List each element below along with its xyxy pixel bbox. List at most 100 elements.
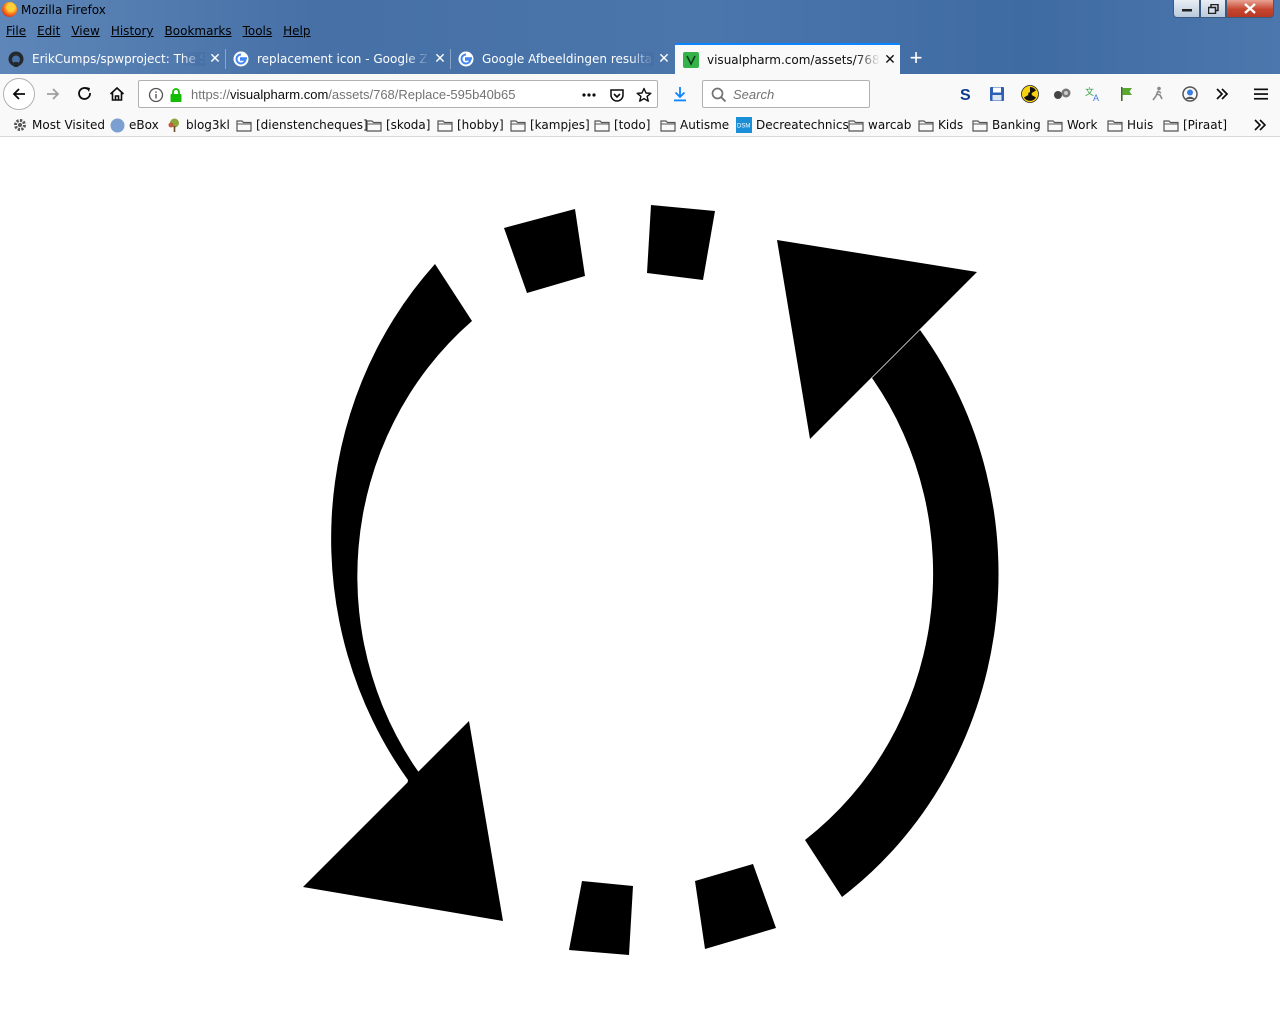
navigation-toolbar: https://visualpharm.com/assets/768/Repla… [0,74,1280,114]
bookmark-decreatechnics[interactable]: DSM Decreatechnics [736,117,849,133]
github-icon [8,51,24,67]
restore-icon [1207,3,1219,14]
bookmarks-overflow-button[interactable] [1252,117,1272,133]
menu-help[interactable]: Help [277,22,315,40]
close-window-button[interactable] [1226,0,1274,18]
menu-view[interactable]: View [65,22,104,40]
tab-label: Google Afbeeldingen resultaat [482,51,654,66]
tab-close-button[interactable]: ✕ [880,52,900,68]
star-bookmark-icon[interactable] [634,85,654,105]
tab-github[interactable]: ErikCumps/spwproject: The SP ✕ [0,43,225,74]
bookmark-label: eBox [129,118,159,132]
google-icon [458,51,474,67]
bottom-dash-left [569,881,633,955]
minimize-button[interactable] [1173,0,1200,18]
back-button[interactable] [3,78,35,110]
folder-icon [918,117,934,133]
window-controls [1173,0,1274,18]
double-chevron-icon [1252,117,1268,133]
flag-extension-icon[interactable] [1116,84,1136,104]
menu-history-label: History [110,24,154,38]
menu-history[interactable]: History [105,22,159,40]
forward-button[interactable] [38,79,68,109]
bookmark-folder-dienstencheques[interactable]: [dienstencheques] [236,117,368,133]
bookmark-label: Huis [1127,118,1154,132]
bookmark-folder-hobby[interactable]: [hobby] [437,117,504,133]
svg-text:DSM: DSM [737,124,750,130]
home-button[interactable] [102,79,132,109]
bookmark-label: Kids [938,118,964,132]
search-bar[interactable]: Search [702,80,870,108]
minimize-icon [1181,8,1192,11]
bookmark-folder-huis[interactable]: Huis [1107,117,1153,133]
folder-icon [1107,117,1123,133]
url-bar[interactable]: https://visualpharm.com/assets/768/Repla… [138,80,658,108]
tab-close-button[interactable]: ✕ [654,51,674,67]
account-extension-icon[interactable] [1180,84,1200,104]
menu-tools[interactable]: Tools [237,22,278,40]
folder-icon [1047,117,1063,133]
bookmark-blog3kl[interactable]: blog3kl [166,117,230,133]
hamburger-menu-icon[interactable] [1251,84,1271,104]
reload-button[interactable] [70,79,100,109]
page-actions-icon[interactable] [579,85,599,105]
bookmark-label: [todo] [614,118,651,132]
bookmark-folder-piraat[interactable]: [Piraat] [1163,117,1227,133]
bookmark-folder-banking[interactable]: Banking [972,117,1041,133]
bookmarks-toolbar: Most Visited eBox blog3kl [dienstenchequ… [0,114,1280,137]
folder-icon [848,117,864,133]
menu-file[interactable]: File [0,22,31,40]
replace-refresh-icon [303,205,999,955]
bookmark-folder-warcab[interactable]: warcab [848,117,911,133]
bookmark-label: Banking [992,118,1041,132]
menu-bookmarks[interactable]: Bookmarks [159,22,237,40]
save-disk-icon[interactable] [987,84,1007,104]
url-prefix: https:// [191,87,231,102]
menu-bar: File Edit View History Bookmarks Tools H… [0,22,316,40]
radiation-extension-icon[interactable] [1020,84,1040,104]
glasses-extension-icon[interactable] [1052,84,1072,104]
bookmark-folder-work[interactable]: Work [1047,117,1097,133]
tab-label: visualpharm.com/assets/768/R [707,52,880,67]
new-tab-button[interactable]: + [903,46,929,72]
gear-icon [12,117,28,133]
tab-google-images[interactable]: Google Afbeeldingen resultaat ✕ [450,43,674,74]
tab-label: ErikCumps/spwproject: The SP [32,51,205,66]
home-icon [109,86,125,101]
lock-icon[interactable] [166,85,186,105]
skype-extension-icon[interactable]: S [955,84,975,104]
bookmark-label: [Piraat] [1183,118,1228,132]
folder-icon [594,117,610,133]
url-text[interactable]: https://visualpharm.com/assets/768/Repla… [191,87,543,102]
restore-button[interactable] [1200,0,1226,18]
bookmark-folder-autisme[interactable]: Autisme [660,117,729,133]
url-host: visualpharm.com [230,87,329,102]
bookmark-label: [dienstencheques] [256,118,368,132]
bookmark-folder-todo[interactable]: [todo] [594,117,650,133]
bookmark-most-visited[interactable]: Most Visited [12,117,105,133]
tab-google-search[interactable]: replacement icon - Google Zoe ✕ [225,43,450,74]
translate-extension-icon[interactable]: 文A [1084,84,1104,104]
menu-edit[interactable]: Edit [31,22,65,40]
menu-bookmarks-label: Bookmarks [164,24,232,38]
tab-close-button[interactable]: ✕ [430,51,450,67]
download-icon[interactable] [670,84,690,104]
bookmark-label: [hobby] [457,118,504,132]
bookmark-label: warcab [868,118,912,132]
bookmark-label: blog3kl [186,118,230,132]
bookmark-folder-kids[interactable]: Kids [918,117,963,133]
info-icon[interactable] [146,85,166,105]
runner-extension-icon[interactable] [1148,84,1168,104]
top-dash-right [647,205,715,280]
arrow-right-icon [47,88,60,100]
google-icon [233,51,249,67]
bookmark-ebox[interactable]: eBox [109,117,159,133]
bookmark-folder-kampjes[interactable]: [kampjes] [510,117,590,133]
folder-icon [1163,117,1179,133]
bookmark-folder-skoda[interactable]: [skoda] [366,117,430,133]
overflow-chevron-icon[interactable] [1212,84,1232,104]
tab-visualpharm[interactable]: visualpharm.com/assets/768/R ✕ [675,43,900,74]
reload-icon [78,87,91,100]
tab-close-button[interactable]: ✕ [205,51,225,67]
pocket-icon[interactable] [607,85,627,105]
